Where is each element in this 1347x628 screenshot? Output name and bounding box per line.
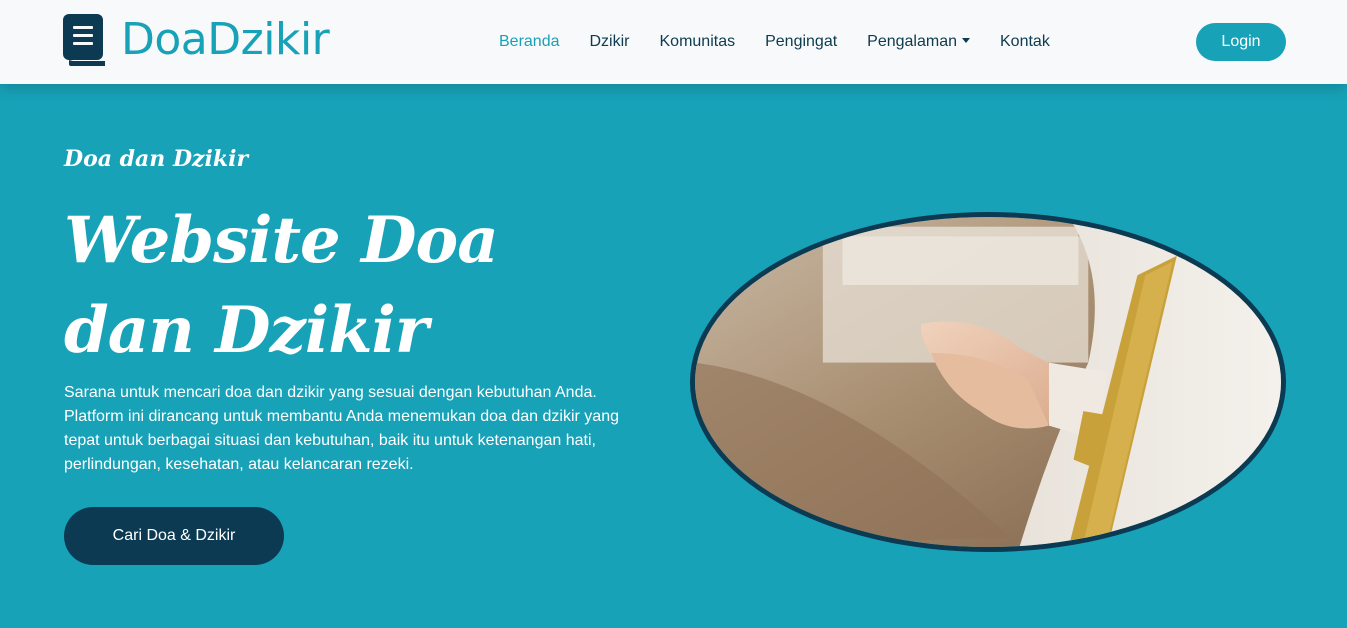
hero-title: Website Doa dan Dzikir — [64, 203, 499, 368]
nav-item-komunitas[interactable]: Komunitas — [645, 25, 751, 59]
nav-menu: Beranda Dzikir Komunitas Pengingat Penga… — [484, 0, 1065, 84]
nav-item-kontak[interactable]: Kontak — [985, 25, 1065, 59]
brand-logo-link[interactable]: DoaDzikir — [63, 14, 330, 66]
nav-item-pengingat[interactable]: Pengingat — [750, 25, 852, 59]
search-prayer-button[interactable]: Cari Doa & Dzikir — [64, 507, 284, 565]
brand-name: DoaDzikir — [121, 14, 330, 65]
navbar: DoaDzikir Beranda Dzikir Komunitas Pengi… — [0, 0, 1347, 84]
praying-hands-image — [690, 212, 1286, 552]
nav-item-beranda[interactable]: Beranda — [484, 25, 575, 59]
hero-description: Sarana untuk mencari doa dan dzikir yang… — [64, 384, 619, 473]
login-button[interactable]: Login — [1196, 23, 1286, 61]
book-icon — [63, 14, 107, 66]
caret-down-icon — [962, 38, 970, 43]
nav-item-pengalaman-dropdown[interactable]: Pengalaman — [852, 25, 985, 59]
nav-item-dzikir[interactable]: Dzikir — [575, 25, 645, 59]
hero-subtitle: Doa dan Dzikir — [64, 146, 249, 172]
nav-item-pengalaman-label: Pengalaman — [867, 33, 957, 50]
